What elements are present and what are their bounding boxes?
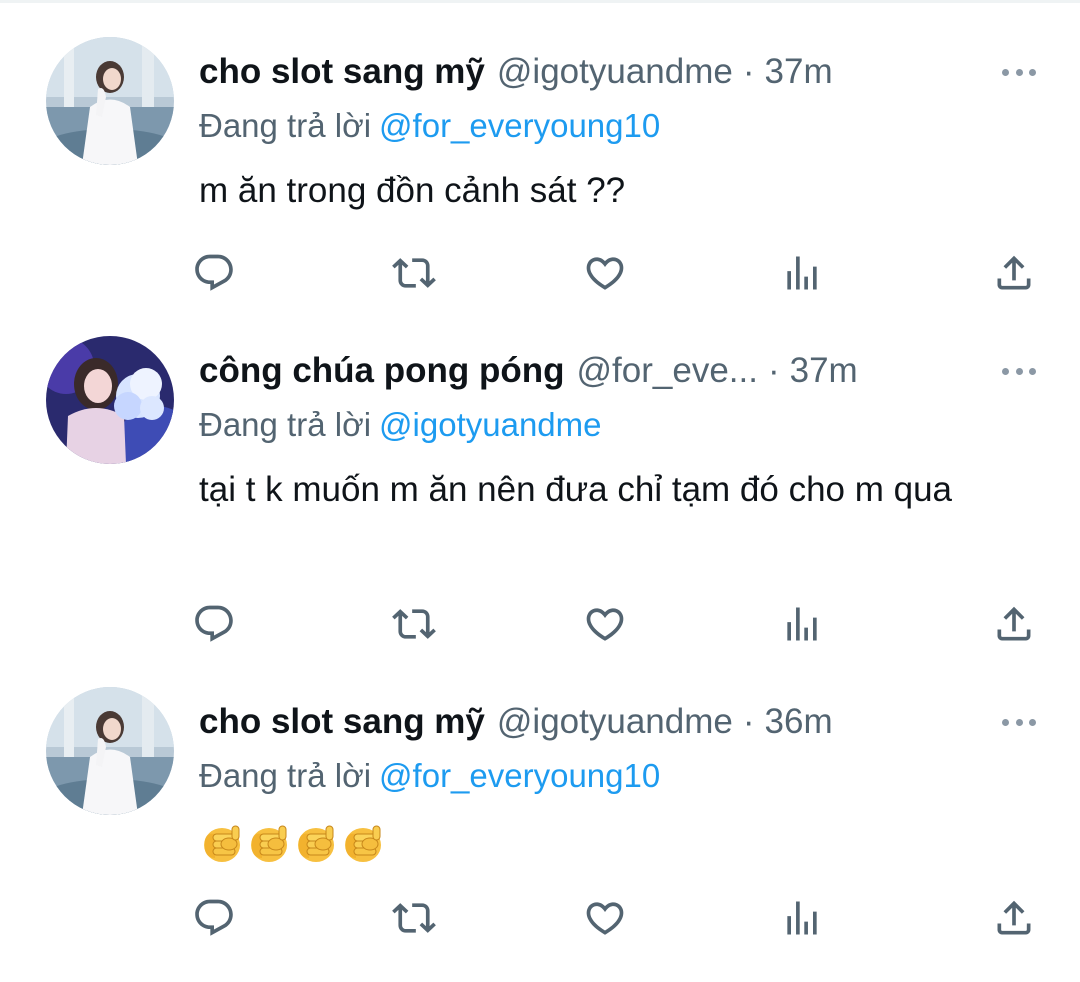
replying-to: Đang trả lời @for_everyoung10 bbox=[199, 757, 660, 795]
backhand-index-pointing-at-viewer-icon bbox=[246, 822, 293, 866]
mention-link[interactable]: @for_everyoung10 bbox=[379, 107, 660, 144]
handle[interactable]: @for_eve... bbox=[577, 351, 758, 391]
tweet-header: công chúa pong póng @for_eve... · 37m bbox=[199, 348, 858, 394]
tweet-actions bbox=[199, 601, 1059, 651]
tweet-header: cho slot sang mỹ @igotyuandme · 36m bbox=[199, 699, 833, 745]
retweet-icon[interactable] bbox=[391, 601, 437, 647]
separator: · bbox=[742, 702, 755, 741]
like-icon[interactable] bbox=[582, 250, 628, 296]
reply-icon[interactable] bbox=[191, 601, 237, 647]
share-icon[interactable] bbox=[991, 895, 1037, 941]
tweet-actions bbox=[199, 895, 1059, 945]
avatar-white-dress-icon[interactable] bbox=[46, 687, 174, 815]
tweet-text: m ăn trong đồn cảnh sát ?? bbox=[199, 171, 626, 210]
mention-link[interactable]: @igotyuandme bbox=[379, 406, 601, 443]
tweet-header: cho slot sang mỹ @igotyuandme · 37m bbox=[199, 49, 833, 95]
replying-to-label: Đang trả lời bbox=[199, 107, 372, 144]
like-icon[interactable] bbox=[582, 895, 628, 941]
handle[interactable]: @igotyuandme bbox=[497, 52, 733, 92]
views-icon[interactable] bbox=[779, 895, 825, 941]
more-options-icon[interactable] bbox=[999, 57, 1039, 87]
tweet-actions bbox=[199, 250, 1059, 300]
timestamp[interactable]: 36m bbox=[765, 702, 833, 742]
views-icon[interactable] bbox=[779, 250, 825, 296]
handle[interactable]: @igotyuandme bbox=[497, 702, 733, 742]
timestamp[interactable]: 37m bbox=[790, 351, 858, 391]
replying-to: Đang trả lời @igotyuandme bbox=[199, 406, 602, 444]
avatar-blue-flower-icon[interactable] bbox=[46, 336, 174, 464]
more-options-icon[interactable] bbox=[999, 356, 1039, 386]
separator: · bbox=[742, 52, 755, 91]
display-name[interactable]: cho slot sang mỹ bbox=[199, 702, 485, 742]
reply-icon[interactable] bbox=[191, 895, 237, 941]
like-icon[interactable] bbox=[582, 601, 628, 647]
timestamp[interactable]: 37m bbox=[765, 52, 833, 92]
replying-to-label: Đang trả lời bbox=[199, 406, 372, 443]
emoji-row bbox=[199, 822, 1029, 866]
top-divider bbox=[0, 0, 1080, 3]
tweet-text: tại t k muốn m ăn nên đưa chỉ tạm đó cho… bbox=[199, 470, 952, 509]
backhand-index-pointing-at-viewer-icon bbox=[340, 822, 387, 866]
replying-to: Đang trả lời @for_everyoung10 bbox=[199, 107, 660, 145]
share-icon[interactable] bbox=[991, 601, 1037, 647]
retweet-icon[interactable] bbox=[391, 895, 437, 941]
replying-to-label: Đang trả lời bbox=[199, 757, 372, 794]
separator: · bbox=[767, 351, 780, 390]
display-name[interactable]: công chúa pong póng bbox=[199, 351, 565, 391]
tweet-text bbox=[199, 818, 1029, 866]
views-icon[interactable] bbox=[779, 601, 825, 647]
reply-icon[interactable] bbox=[191, 250, 237, 296]
backhand-index-pointing-at-viewer-icon bbox=[199, 822, 246, 866]
backhand-index-pointing-at-viewer-icon bbox=[293, 822, 340, 866]
more-options-icon[interactable] bbox=[999, 707, 1039, 737]
display-name[interactable]: cho slot sang mỹ bbox=[199, 52, 485, 92]
share-icon[interactable] bbox=[991, 250, 1037, 296]
avatar-white-dress-icon[interactable] bbox=[46, 37, 174, 165]
retweet-icon[interactable] bbox=[391, 250, 437, 296]
mention-link[interactable]: @for_everyoung10 bbox=[379, 757, 660, 794]
